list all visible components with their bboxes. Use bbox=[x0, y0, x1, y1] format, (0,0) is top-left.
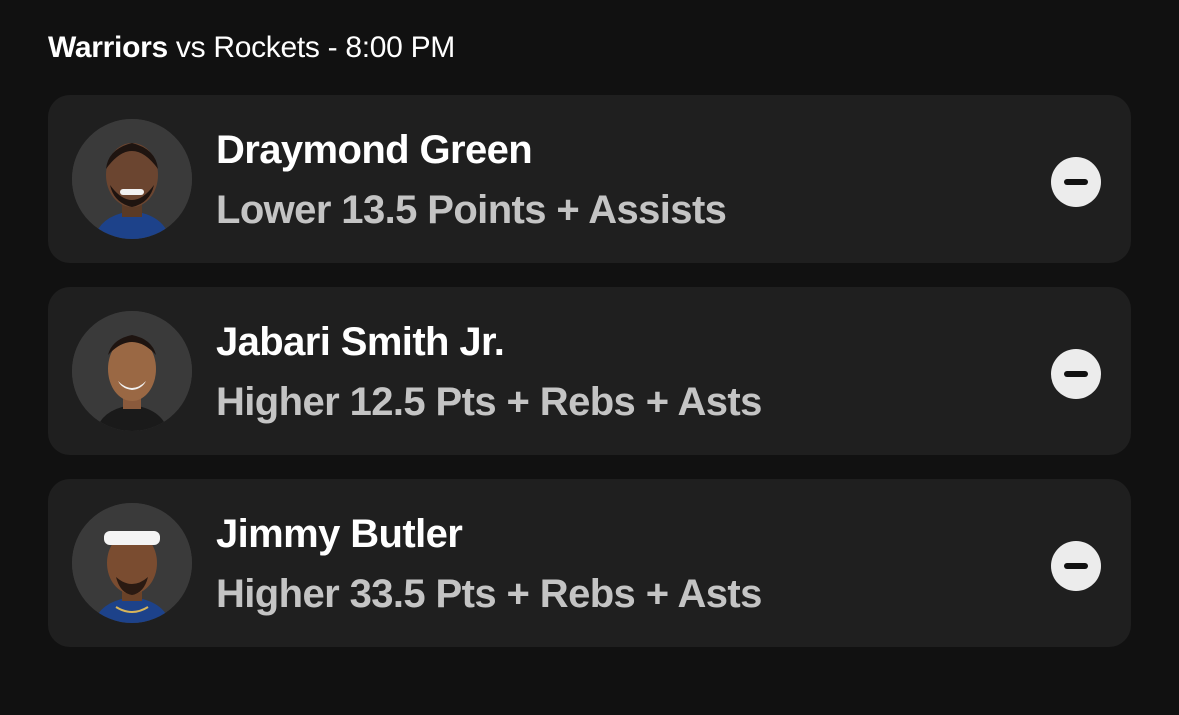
prop-line: Higher 33.5 Pts + Rebs + Asts bbox=[216, 572, 762, 616]
prop-line: Higher 12.5 Pts + Rebs + Asts bbox=[216, 380, 762, 424]
minus-circle-icon[interactable] bbox=[1051, 541, 1101, 591]
pick-card[interactable]: Draymond Green Lower 13.5 Points + Assis… bbox=[48, 95, 1131, 263]
player-name: Jimmy Butler bbox=[216, 512, 463, 556]
prop-line: Lower 13.5 Points + Assists bbox=[216, 188, 727, 232]
player-avatar bbox=[72, 311, 192, 431]
pick-card[interactable]: Jimmy Butler Higher 33.5 Pts + Rebs + As… bbox=[48, 479, 1131, 647]
pick-card[interactable]: Jabari Smith Jr. Higher 12.5 Pts + Rebs … bbox=[48, 287, 1131, 455]
matchup-time: vs Rockets - 8:00 PM bbox=[167, 31, 455, 64]
pick-list: Draymond Green Lower 13.5 Points + Assis… bbox=[48, 95, 1131, 671]
home-team-name: Warriors bbox=[48, 31, 168, 64]
player-name: Draymond Green bbox=[216, 128, 533, 172]
player-avatar bbox=[72, 119, 192, 239]
minus-circle-icon[interactable] bbox=[1051, 157, 1101, 207]
minus-circle-icon[interactable] bbox=[1051, 349, 1101, 399]
player-name: Jabari Smith Jr. bbox=[216, 320, 505, 364]
game-header: Warriors vs Rockets - 8:00 PM bbox=[48, 28, 455, 68]
player-avatar bbox=[72, 503, 192, 623]
